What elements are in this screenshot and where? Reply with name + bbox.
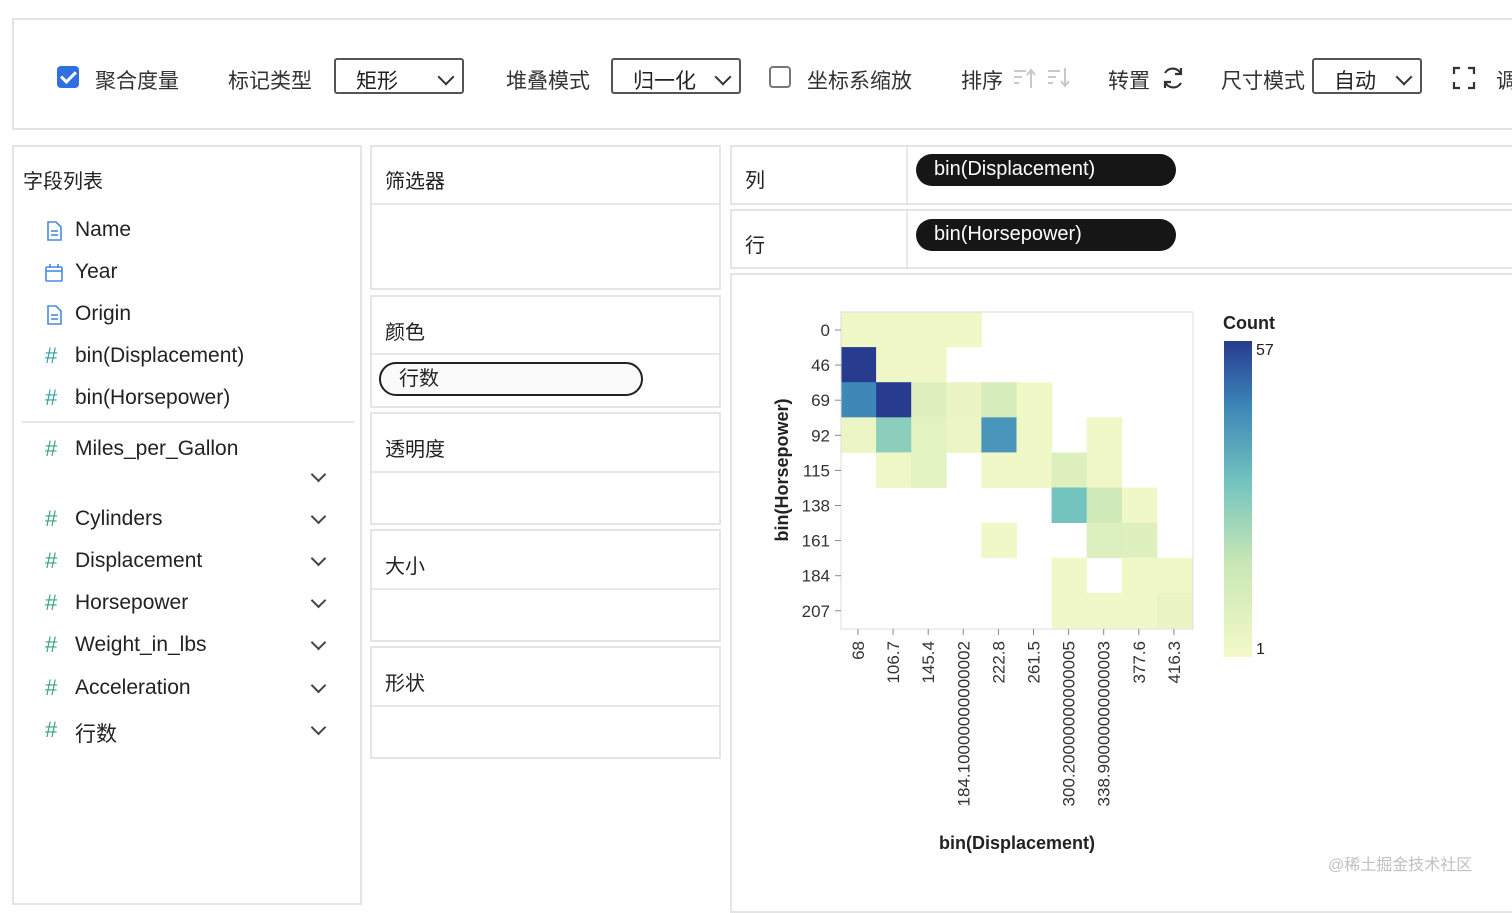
hash-icon: #	[45, 436, 58, 461]
opacity-drop-zone[interactable]	[372, 473, 719, 523]
hash-icon: #	[45, 590, 58, 615]
field-item-weight-in-lbs[interactable]: Weight_in_lbs	[75, 633, 207, 657]
aggregate-checkbox[interactable]	[57, 66, 79, 88]
watermark: @稀土掘金技术社区	[1328, 857, 1473, 874]
mark-type-select[interactable]: 矩形	[334, 58, 464, 94]
chevron-down-icon[interactable]	[310, 719, 327, 736]
opacity-panel: 透明度	[370, 412, 721, 525]
axis-scale-label: 坐标系缩放	[807, 70, 912, 93]
hash-icon: #	[45, 717, 58, 742]
size-mode-label: 尺寸模式	[1221, 70, 1305, 93]
mark-type-label: 标记类型	[228, 70, 312, 93]
opacity-title: 透明度	[385, 439, 445, 461]
color-title: 颜色	[385, 322, 425, 344]
field-item-cylinders[interactable]: Cylinders	[75, 507, 163, 531]
fullscreen-icon[interactable]	[1452, 66, 1476, 90]
column-field-pill[interactable]: bin(Displacement)	[916, 154, 1176, 186]
row-shelf-label: 行	[745, 235, 765, 257]
field-divider	[22, 421, 354, 423]
cut-off-label: 调	[1496, 70, 1512, 93]
hash-icon: #	[45, 385, 58, 410]
filter-title: 筛选器	[385, 171, 445, 193]
chevron-down-icon[interactable]	[310, 550, 327, 567]
sort-ascending-icon[interactable]	[1012, 66, 1036, 90]
chevron-down-icon[interactable]	[310, 466, 327, 483]
color-panel: 颜色 行数	[370, 295, 721, 408]
shelf-divider	[906, 211, 908, 267]
field-item-miles-per-gallon[interactable]: Miles_per_Gallon	[75, 437, 238, 461]
shape-title: 形状	[385, 673, 425, 695]
field-item-origin[interactable]: Origin	[75, 302, 131, 326]
mark-type-value: 矩形	[356, 70, 398, 93]
hash-icon: #	[45, 632, 58, 657]
shape-panel: 形状	[370, 646, 721, 759]
filter-drop-zone[interactable]	[372, 205, 719, 288]
calendar-icon	[45, 264, 63, 282]
file-icon	[47, 221, 62, 241]
size-mode-select[interactable]: 自动	[1312, 58, 1422, 94]
axis-scale-checkbox[interactable]	[769, 66, 791, 88]
hash-icon: #	[45, 343, 58, 368]
shelf-divider	[906, 147, 908, 203]
hash-icon: #	[45, 548, 58, 573]
file-icon	[47, 305, 62, 325]
field-list-panel: 字段列表 Name Year Origin # bin(Displacement…	[12, 145, 362, 905]
field-item-bin-horsepower[interactable]: bin(Horsepower)	[75, 386, 230, 410]
column-shelf: 列 bin(Displacement)	[730, 145, 1512, 205]
chart-panel	[730, 273, 1512, 913]
chevron-down-icon[interactable]	[310, 592, 327, 609]
size-panel: 大小	[370, 529, 721, 642]
hash-icon: #	[45, 506, 58, 531]
field-list-title: 字段列表	[23, 171, 103, 193]
chevron-down-icon	[1395, 68, 1413, 86]
field-item-horsepower[interactable]: Horsepower	[75, 591, 188, 615]
row-shelf: 行 bin(Horsepower)	[730, 209, 1512, 269]
transpose-icon[interactable]	[1160, 65, 1186, 91]
field-item-acceleration[interactable]: Acceleration	[75, 676, 191, 700]
field-item-name[interactable]: Name	[75, 218, 131, 242]
field-item-displacement[interactable]: Displacement	[75, 549, 202, 573]
stack-mode-select[interactable]: 归一化	[611, 58, 741, 94]
chevron-down-icon[interactable]	[310, 677, 327, 694]
color-field-pill[interactable]: 行数	[379, 362, 643, 396]
chevron-down-icon	[437, 68, 455, 86]
size-title: 大小	[385, 556, 425, 578]
hash-icon: #	[45, 675, 58, 700]
sort-descending-icon[interactable]	[1046, 66, 1070, 90]
toolbar: 聚合度量 标记类型 矩形 堆叠模式 归一化 坐标系缩放 排序 转置 尺寸模式 自…	[12, 18, 1512, 130]
field-item-row-count[interactable]: 行数	[75, 718, 117, 748]
filter-panel: 筛选器	[370, 145, 721, 290]
stack-mode-label: 堆叠模式	[506, 70, 590, 93]
sort-label: 排序	[961, 70, 1003, 93]
size-mode-value: 自动	[1334, 70, 1376, 93]
chevron-down-icon[interactable]	[310, 508, 327, 525]
transpose-label: 转置	[1108, 70, 1150, 93]
aggregate-label: 聚合度量	[95, 70, 179, 93]
row-field-pill[interactable]: bin(Horsepower)	[916, 219, 1176, 251]
field-item-bin-displacement[interactable]: bin(Displacement)	[75, 344, 244, 368]
panel-divider	[372, 353, 719, 355]
chevron-down-icon	[714, 68, 732, 86]
size-drop-zone[interactable]	[372, 590, 719, 640]
shape-drop-zone[interactable]	[372, 707, 719, 757]
field-item-year[interactable]: Year	[75, 260, 117, 284]
stack-mode-value: 归一化	[633, 70, 696, 93]
column-shelf-label: 列	[745, 170, 765, 192]
chevron-down-icon[interactable]	[310, 634, 327, 651]
